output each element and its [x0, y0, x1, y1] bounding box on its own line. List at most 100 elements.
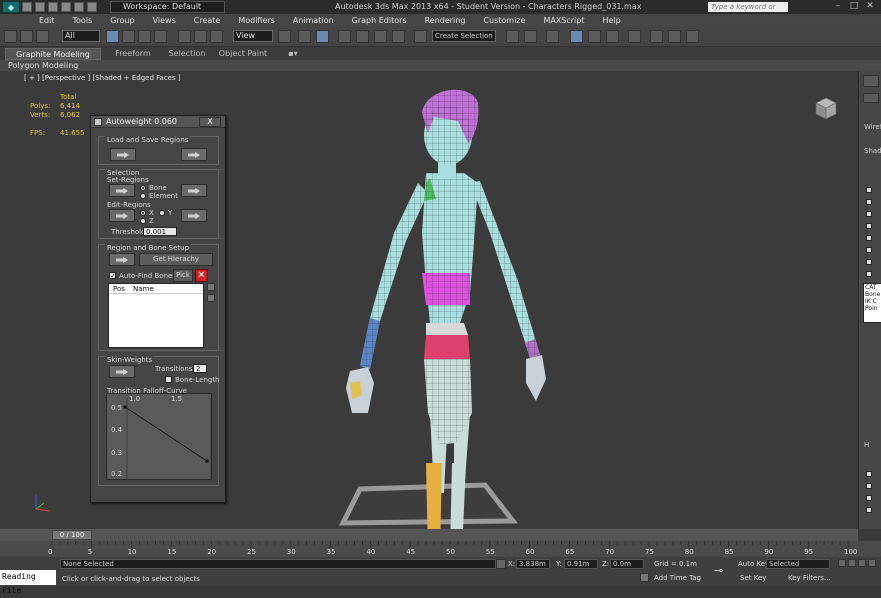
select-object-icon[interactable]: [106, 30, 119, 43]
rp-checkbox-1[interactable]: [866, 199, 872, 205]
menu-help[interactable]: Help: [594, 14, 630, 27]
bone-list[interactable]: Pos Name: [108, 283, 204, 348]
transitions-spinner[interactable]: 2: [193, 364, 207, 373]
rp-list-item-1[interactable]: Bone: [864, 291, 881, 298]
track-bar[interactable]: 0 5 10 15 20 25 30 35 40 45 50 55 60 65 70 75 80 85 90 95 10…: [0, 541, 881, 557]
get-hierarchy-button[interactable]: Get Hierachy: [139, 253, 213, 266]
rp-list-item-0[interactable]: CAT: [864, 284, 881, 291]
search-input[interactable]: Type a keyword or phrase: [708, 2, 788, 21]
tab-freeform[interactable]: Freeform: [108, 48, 158, 60]
axis-y-radio[interactable]: [159, 210, 165, 216]
auto-find-bones-checkbox[interactable]: ✓: [109, 272, 116, 280]
curve-editor-icon[interactable]: [588, 30, 601, 43]
set-region-apply-button[interactable]: [181, 184, 207, 197]
named-selection-set-dropdown[interactable]: Create Selection Se: [432, 30, 496, 42]
close-icon[interactable]: ✕: [864, 1, 876, 12]
ribbon-options-icon[interactable]: ▪▾: [286, 48, 300, 60]
col-pos[interactable]: Pos: [113, 284, 125, 294]
edit-region-apply-button[interactable]: [181, 209, 207, 222]
rp-checkbox-9[interactable]: [866, 483, 872, 489]
rp-item-1[interactable]: Shade: [864, 147, 881, 155]
rp-checkbox-2[interactable]: [866, 211, 872, 217]
edit-named-selection-icon[interactable]: [414, 30, 427, 43]
menu-tools[interactable]: Tools: [64, 14, 102, 27]
menu-create[interactable]: Create: [185, 14, 230, 27]
set-key-mode-icon[interactable]: ⊸: [714, 565, 730, 577]
viewcube-icon[interactable]: [812, 95, 840, 121]
rp-list[interactable]: CAT Bone IK C Poin: [863, 283, 881, 323]
rp-item-0[interactable]: Wirefr: [864, 123, 881, 131]
material-editor-icon[interactable]: [628, 30, 641, 43]
z-coordinate-field[interactable]: 0.0m: [610, 559, 644, 569]
time-slider[interactable]: 0 / 100: [52, 530, 92, 540]
key-mode-dropdown[interactable]: Selected: [766, 559, 830, 569]
rectangular-selection-icon[interactable]: [138, 30, 151, 43]
unlink-icon[interactable]: [20, 30, 33, 43]
menu-edit[interactable]: Edit: [30, 14, 64, 27]
load-regions-button[interactable]: [110, 148, 136, 161]
menu-graph-editors[interactable]: Graph Editors: [343, 14, 416, 27]
auto-key-button[interactable]: Auto Key: [738, 560, 769, 568]
move-up-icon[interactable]: [207, 283, 215, 291]
rp-checkbox-8[interactable]: [866, 471, 872, 477]
dialog-title-bar[interactable]: Autoweight 0.060 X: [91, 116, 225, 128]
add-time-tag-button[interactable]: Add Time Tag: [654, 574, 701, 582]
go-to-start-icon[interactable]: [838, 559, 846, 567]
save-file-icon[interactable]: [48, 2, 58, 12]
rp-checkbox-10[interactable]: [866, 495, 872, 501]
redo-icon[interactable]: [74, 2, 84, 12]
play-icon[interactable]: [858, 559, 866, 567]
y-coordinate-field[interactable]: 0.91m: [564, 559, 598, 569]
rp-checkbox-6[interactable]: [866, 259, 872, 265]
app-logo-icon[interactable]: ◆: [2, 1, 20, 13]
mirror-icon[interactable]: [506, 30, 519, 43]
percent-snap-icon[interactable]: [374, 30, 387, 43]
apply-weights-button[interactable]: [109, 365, 135, 378]
set-key-button[interactable]: Set Key: [740, 574, 766, 582]
snaps-toggle-icon[interactable]: [338, 30, 351, 43]
maximize-icon[interactable]: □: [848, 1, 860, 12]
rp-checkbox-7[interactable]: [866, 271, 872, 277]
time-tag-icon[interactable]: [640, 573, 649, 582]
viewport-label[interactable]: [ + ] [Perspective ] [Shaded + Edged Fac…: [24, 74, 181, 82]
remove-bone-icon[interactable]: ✕: [195, 269, 208, 282]
save-regions-button[interactable]: [181, 148, 207, 161]
menu-animation[interactable]: Animation: [284, 14, 343, 27]
rp-list-item-2[interactable]: IK C: [864, 298, 881, 305]
pivot-center-icon[interactable]: [278, 30, 291, 43]
spinner-snap-icon[interactable]: [392, 30, 405, 43]
rendered-frame-icon[interactable]: [668, 30, 681, 43]
select-manipulate-icon[interactable]: [298, 30, 311, 43]
tab-graphite-modeling-tools[interactable]: Graphite Modeling Tools: [5, 48, 101, 71]
scale-icon[interactable]: [210, 30, 223, 43]
modify-tab-icon[interactable]: [863, 93, 879, 103]
element-radio[interactable]: [140, 193, 146, 199]
menu-modifiers[interactable]: Modifiers: [229, 14, 284, 27]
lock-selection-icon[interactable]: [496, 559, 506, 569]
render-setup-icon[interactable]: [650, 30, 663, 43]
bone-radio[interactable]: [140, 185, 146, 191]
axis-x-radio[interactable]: [140, 210, 146, 216]
menu-rendering[interactable]: Rendering: [416, 14, 475, 27]
reference-coordinate-dropdown[interactable]: View: [233, 30, 273, 42]
rp-list-item-3[interactable]: Poin: [864, 305, 881, 312]
col-name[interactable]: Name: [133, 284, 154, 294]
rp-checkbox-5[interactable]: [866, 247, 872, 253]
tab-object-paint[interactable]: Object Paint: [218, 48, 268, 60]
rp-checkbox-0[interactable]: [866, 187, 872, 193]
set-region-button[interactable]: [109, 184, 135, 197]
rp-checkbox-4[interactable]: [866, 235, 872, 241]
minimize-icon[interactable]: –: [832, 1, 844, 12]
bone-length-checkbox[interactable]: [165, 376, 172, 383]
rp-checkbox-3[interactable]: [866, 223, 872, 229]
create-tab-icon[interactable]: [863, 75, 879, 87]
workspace-dropdown[interactable]: Workspace: Default: [110, 1, 225, 13]
menu-group[interactable]: Group: [101, 14, 143, 27]
rotate-icon[interactable]: [194, 30, 207, 43]
tab-selection[interactable]: Selection: [162, 48, 212, 60]
graphite-toggle-icon[interactable]: [570, 30, 583, 43]
schematic-view-icon[interactable]: [606, 30, 619, 43]
open-file-icon[interactable]: [35, 2, 45, 12]
angle-snap-icon[interactable]: [356, 30, 369, 43]
pick-button[interactable]: Pick: [173, 269, 193, 282]
